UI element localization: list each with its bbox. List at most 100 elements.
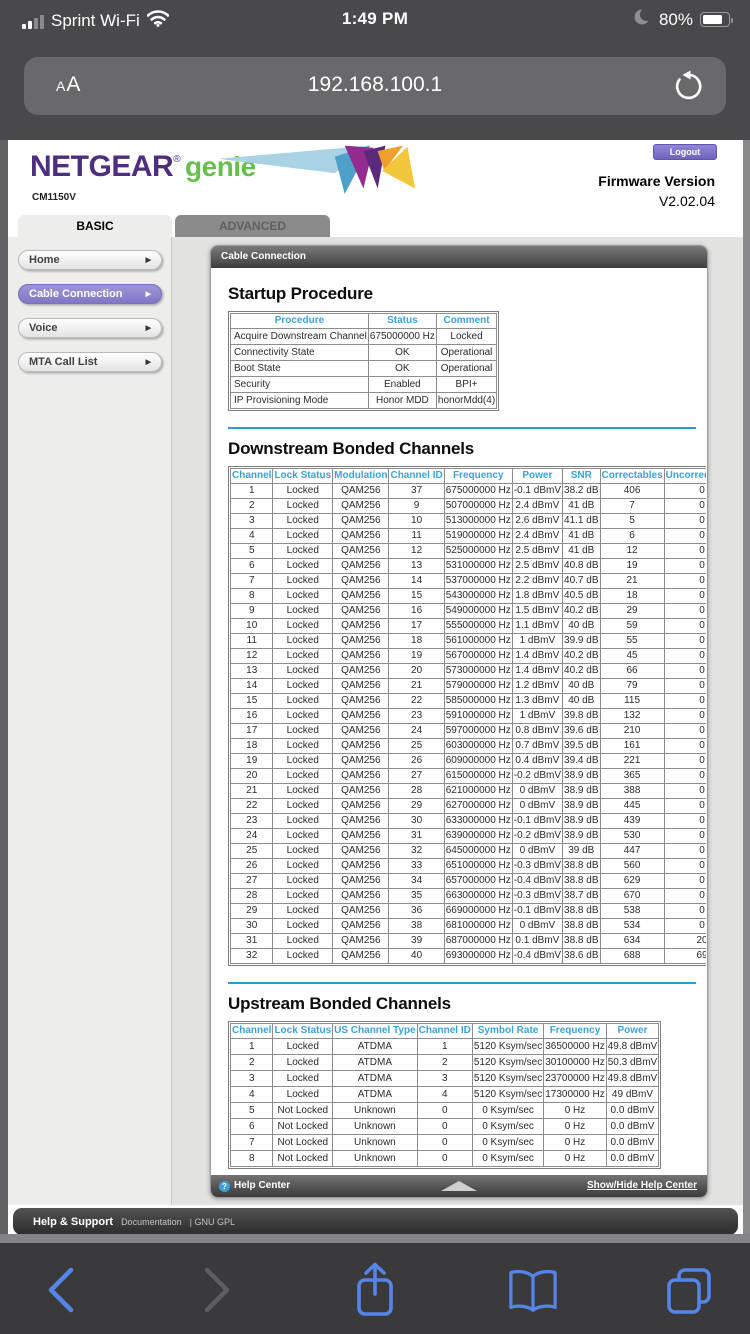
- table-cell: 561000000 Hz: [444, 634, 512, 649]
- table-cell: QAM256: [333, 844, 389, 859]
- table-cell: 50.3 dBmV: [606, 1055, 658, 1071]
- table-cell: Locked: [273, 1039, 333, 1055]
- table-cell: OK: [368, 361, 436, 377]
- table-cell: 20: [389, 664, 444, 679]
- table-cell: 675000000 Hz: [368, 329, 436, 345]
- table-cell: 4: [417, 1087, 472, 1103]
- table-cell: 693000000 Hz: [444, 949, 512, 964]
- table-cell: Unknown: [333, 1151, 418, 1167]
- sidebar-item-mta-call-list[interactable]: MTA Call List ▶: [18, 352, 162, 372]
- table-cell: -0.3 dBmV: [512, 859, 562, 874]
- brand-wordmark: NETGEAR: [30, 150, 173, 183]
- table-cell: QAM256: [333, 694, 389, 709]
- table-cell: 13: [231, 664, 273, 679]
- battery-percent-label: 80%: [659, 10, 693, 30]
- table-cell: 0: [664, 859, 706, 874]
- table-row: 19LockedQAM25626609000000 Hz0.4 dBmV39.4…: [231, 754, 707, 769]
- table-cell: 0: [664, 709, 706, 724]
- table-cell: 2: [231, 1055, 273, 1071]
- table-cell: QAM256: [333, 559, 389, 574]
- tab-advanced[interactable]: ADVANCED: [175, 215, 330, 237]
- sidebar-item-home[interactable]: Home ▶: [18, 250, 162, 270]
- table-cell: 17: [389, 619, 444, 634]
- forward-button[interactable]: [192, 1265, 242, 1315]
- sidebar-item-voice[interactable]: Voice ▶: [18, 318, 162, 338]
- table-cell: 38.8 dB: [563, 934, 600, 949]
- table-row: 15LockedQAM25622585000000 Hz1.3 dBmV40 d…: [231, 694, 707, 709]
- table-cell: Locked: [273, 739, 333, 754]
- bookmarks-icon[interactable]: [508, 1265, 558, 1315]
- table-cell: 0: [664, 769, 706, 784]
- sidebar-item-cable-connection[interactable]: Cable Connection ▶: [18, 284, 162, 304]
- table-cell: QAM256: [333, 544, 389, 559]
- reload-icon[interactable]: [672, 70, 702, 107]
- table-cell: QAM256: [333, 619, 389, 634]
- gnu-gpl-link[interactable]: | GNU GPL: [190, 1217, 235, 1227]
- battery-icon: [700, 12, 730, 27]
- table-cell: 585000000 Hz: [444, 694, 512, 709]
- table-cell: 0 dBmV: [512, 784, 562, 799]
- table-row: 18LockedQAM25625603000000 Hz0.7 dBmV39.5…: [231, 739, 707, 754]
- tab-basic[interactable]: BASIC: [18, 215, 172, 237]
- table-cell: Locked: [273, 499, 333, 514]
- table-cell: 0: [664, 514, 706, 529]
- show-hide-help-center-link[interactable]: Show/Hide Help Center: [587, 1175, 697, 1197]
- table-cell: 6: [231, 559, 273, 574]
- table-cell: 16: [389, 604, 444, 619]
- table-cell: 507000000 Hz: [444, 499, 512, 514]
- table-cell: 531000000 Hz: [444, 559, 512, 574]
- table-cell: 38.6 dB: [563, 949, 600, 964]
- table-cell: 7: [600, 499, 664, 514]
- table-cell: Locked: [273, 874, 333, 889]
- table-cell: 40.7 dB: [563, 574, 600, 589]
- table-cell: 675000000 Hz: [444, 484, 512, 499]
- table-cell: Locked: [273, 784, 333, 799]
- share-icon[interactable]: [350, 1265, 400, 1315]
- logout-button[interactable]: Logout: [653, 144, 717, 160]
- table-cell: 7: [231, 1135, 273, 1151]
- table-cell: QAM256: [333, 649, 389, 664]
- table-cell: Locked: [273, 904, 333, 919]
- table-cell: -0.1 dBmV: [512, 484, 562, 499]
- table-row: Connectivity StateOKOperational: [231, 345, 497, 361]
- table-cell: 25: [231, 844, 273, 859]
- table-cell: 28: [231, 889, 273, 904]
- table-cell: 38.9 dB: [563, 784, 600, 799]
- table-row: 6LockedQAM25613531000000 Hz2.5 dBmV40.8 …: [231, 559, 707, 574]
- table-cell: QAM256: [333, 814, 389, 829]
- column-header: Lock Status: [273, 1024, 333, 1039]
- table-cell: 19: [389, 649, 444, 664]
- table-cell: QAM256: [333, 859, 389, 874]
- table-cell: 0: [664, 844, 706, 859]
- table-cell: 621000000 Hz: [444, 784, 512, 799]
- table-row: 22LockedQAM25629627000000 Hz0 dBmV38.9 d…: [231, 799, 707, 814]
- table-row: 27LockedQAM25634657000000 Hz-0.4 dBmV38.…: [231, 874, 707, 889]
- url-text[interactable]: 192.168.100.1: [24, 73, 726, 97]
- expand-triangle-icon[interactable]: [441, 1181, 477, 1191]
- table-cell: Locked: [436, 329, 496, 345]
- table-cell: 645000000 Hz: [444, 844, 512, 859]
- table-cell: Locked: [273, 769, 333, 784]
- table-cell: 39.6 dB: [563, 724, 600, 739]
- table-cell: 1.2 dBmV: [512, 679, 562, 694]
- table-cell: 38.8 dB: [563, 859, 600, 874]
- tabs-icon[interactable]: [664, 1265, 714, 1315]
- table-cell: QAM256: [333, 499, 389, 514]
- table-cell: Locked: [273, 919, 333, 934]
- documentation-link[interactable]: Documentation: [121, 1217, 182, 1227]
- column-header: Comment: [436, 314, 496, 329]
- table-row: 30LockedQAM25638681000000 Hz0 dBmV38.8 d…: [231, 919, 707, 934]
- table-cell: 38.2 dB: [563, 484, 600, 499]
- table-cell: 534: [600, 919, 664, 934]
- table-cell: 1: [417, 1039, 472, 1055]
- table-cell: QAM256: [333, 604, 389, 619]
- table-cell: 32: [389, 844, 444, 859]
- table-cell: 567000000 Hz: [444, 649, 512, 664]
- safari-address-bar[interactable]: AA 192.168.100.1: [24, 57, 726, 115]
- table-cell: ATDMA: [333, 1039, 418, 1055]
- startup-procedure-heading: Startup Procedure: [228, 284, 703, 304]
- table-cell: Locked: [273, 1087, 333, 1103]
- back-button[interactable]: [36, 1265, 86, 1315]
- table-cell: Locked: [273, 574, 333, 589]
- table-cell: 41 dB: [563, 544, 600, 559]
